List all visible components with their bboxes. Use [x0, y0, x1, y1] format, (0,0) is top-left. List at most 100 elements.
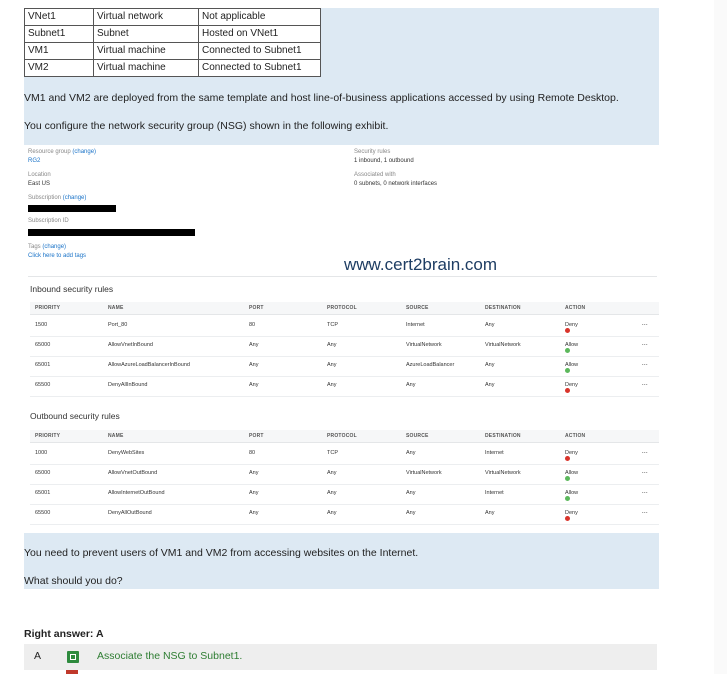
table-row: VM2 Virtual machine Connected to Subnet1: [24, 59, 321, 77]
rule-destination: Internet: [485, 450, 504, 456]
table-cell: Virtual network: [93, 8, 199, 26]
outbound-rules-title: Outbound security rules: [30, 411, 120, 421]
table-cell: Not applicable: [198, 8, 321, 26]
column-header-source[interactable]: SOURCE: [406, 305, 429, 311]
rule-destination: Any: [485, 322, 495, 328]
column-header-port[interactable]: PORT: [249, 305, 264, 311]
rule-port: Any: [249, 362, 259, 368]
rule-action: Allow: [565, 342, 578, 353]
rule-name: DenyAllOutBound: [108, 510, 152, 516]
rule-action: Deny: [565, 322, 578, 333]
scrollbar-track[interactable]: [714, 0, 727, 674]
rule-source: Any: [406, 490, 416, 496]
rule-priority: 65000: [35, 342, 51, 348]
rule-priority: 65500: [35, 382, 51, 388]
column-header-protocol[interactable]: PROTOCOL: [327, 305, 357, 311]
table-cell: VM2: [24, 59, 94, 77]
rule-priority: 1000: [35, 450, 48, 456]
rule-port: Any: [249, 470, 259, 476]
outbound-rule-row[interactable]: 65000 AllowVnetOutBound Any Any VirtualNetwo…: [30, 464, 659, 485]
security-rules-label: Security rules: [354, 149, 391, 155]
table-cell: VM1: [24, 42, 94, 60]
rule-source: Internet: [406, 322, 425, 328]
rule-destination: VirtualNetwork: [485, 342, 521, 348]
more-options-icon[interactable]: ...: [642, 489, 648, 495]
more-options-icon[interactable]: ...: [642, 469, 648, 475]
column-header-priority[interactable]: PRIORITY: [35, 305, 60, 311]
column-header-name[interactable]: NAME: [108, 305, 124, 311]
rule-priority: 65001: [35, 490, 51, 496]
table-cell: Connected to Subnet1: [198, 42, 321, 60]
column-header-action[interactable]: ACTION: [565, 433, 585, 439]
right-answer-label: Right answer: A: [24, 628, 104, 640]
rule-protocol: Any: [327, 342, 337, 348]
option-letter: A: [34, 650, 42, 662]
inbound-rule-row[interactable]: 65001 AllowAzureLoadBalancerInBound Any Any…: [30, 356, 659, 377]
rule-protocol: Any: [327, 470, 337, 476]
inbound-rule-row[interactable]: 65500 DenyAllInBound Any Any Any Any Deny...: [30, 376, 659, 397]
rule-protocol: Any: [327, 490, 337, 496]
question-paragraph-1: VM1 and VM2 are deployed from the same t…: [24, 92, 619, 104]
rule-action: Allow: [565, 490, 578, 501]
column-header-protocol[interactable]: PROTOCOL: [327, 433, 357, 439]
option-text: Associate the NSG to Subnet1.: [97, 650, 243, 662]
rule-port: 80: [249, 450, 256, 456]
rule-name: Port_80: [108, 322, 128, 328]
inbound-rule-row[interactable]: 1500 Port_80 80 TCP Internet Any Deny...: [30, 316, 659, 337]
inbound-rule-row[interactable]: 65000 AllowVnetInBound Any Any VirtualNetwor…: [30, 336, 659, 357]
outbound-rule-row[interactable]: 65001 AllowInternetOutBound Any Any Any Inter…: [30, 484, 659, 505]
column-header-destination[interactable]: DESTINATION: [485, 305, 521, 311]
outbound-rule-row[interactable]: 1000 DenyWebSites 80 TCP Any Internet Deny...: [30, 444, 659, 465]
rule-source: Any: [406, 510, 416, 516]
column-header-action[interactable]: ACTION: [565, 305, 585, 311]
column-header-port[interactable]: PORT: [249, 433, 264, 439]
outbound-header-row: PRIORITY NAME PORT PROTOCOL SOURCE DESTINATIO…: [30, 430, 659, 443]
watermark-text: www.cert2brain.com: [344, 255, 498, 274]
more-options-icon[interactable]: ...: [642, 381, 648, 387]
more-options-icon[interactable]: ...: [642, 449, 648, 455]
rule-port: Any: [249, 490, 259, 496]
more-options-icon[interactable]: ...: [642, 361, 648, 367]
table-row: VNet1 Virtual network Not applicable: [24, 8, 321, 26]
question-paragraph-3: You need to prevent users of VM1 and VM2…: [24, 547, 419, 559]
subscription-change-link[interactable]: (change): [63, 195, 87, 201]
resource-group-value[interactable]: RG2: [28, 158, 40, 164]
redacted-subscription: [28, 205, 116, 212]
question-paragraph-2: You configure the network security group…: [24, 120, 389, 132]
rule-port: Any: [249, 342, 259, 348]
rule-action: Allow: [565, 470, 578, 481]
inbound-header-row: PRIORITY NAME PORT PROTOCOL SOURCE DESTINATIO…: [30, 302, 659, 315]
rule-action: Deny: [565, 382, 578, 393]
rule-source: VirtualNetwork: [406, 470, 442, 476]
tags-change-link[interactable]: (change): [42, 244, 66, 250]
answer-option-a[interactable]: A Associate the NSG to Subnet1.: [24, 644, 657, 670]
column-header-priority[interactable]: PRIORITY: [35, 433, 60, 439]
outbound-rule-row[interactable]: 65500 DenyAllOutBound Any Any Any Any Deny...: [30, 504, 659, 525]
resource-group-label: Resource group (change): [28, 149, 97, 155]
question-paragraph-4: What should you do?: [24, 575, 123, 587]
nsg-exhibit: Resource group (change) RG2 Location Eas…: [24, 145, 659, 533]
rule-source: Any: [406, 382, 416, 388]
add-tags-link[interactable]: Click here to add tags: [28, 253, 86, 259]
more-options-icon[interactable]: ...: [642, 321, 648, 327]
column-header-name[interactable]: NAME: [108, 433, 124, 439]
resource-group-change-link[interactable]: (change): [72, 149, 96, 155]
rule-destination: VirtualNetwork: [485, 470, 521, 476]
table-cell: Connected to Subnet1: [198, 59, 321, 77]
table-cell: VNet1: [24, 8, 94, 26]
rule-action: Allow: [565, 362, 578, 373]
rule-name: DenyAllInBound: [108, 382, 148, 388]
table-cell: Virtual machine: [93, 42, 199, 60]
correct-check-icon: [67, 651, 79, 663]
more-options-icon[interactable]: ...: [642, 341, 648, 347]
location-label: Location: [28, 172, 51, 178]
subscription-label: Subscription (change): [28, 195, 87, 201]
table-cell: Subnet1: [24, 25, 94, 43]
more-options-icon[interactable]: ...: [642, 509, 648, 515]
column-header-destination[interactable]: DESTINATION: [485, 433, 521, 439]
rule-action: Deny: [565, 510, 578, 521]
rule-destination: Any: [485, 382, 495, 388]
allow-status-icon: [565, 348, 570, 353]
rule-priority: 65000: [35, 470, 51, 476]
column-header-source[interactable]: SOURCE: [406, 433, 429, 439]
